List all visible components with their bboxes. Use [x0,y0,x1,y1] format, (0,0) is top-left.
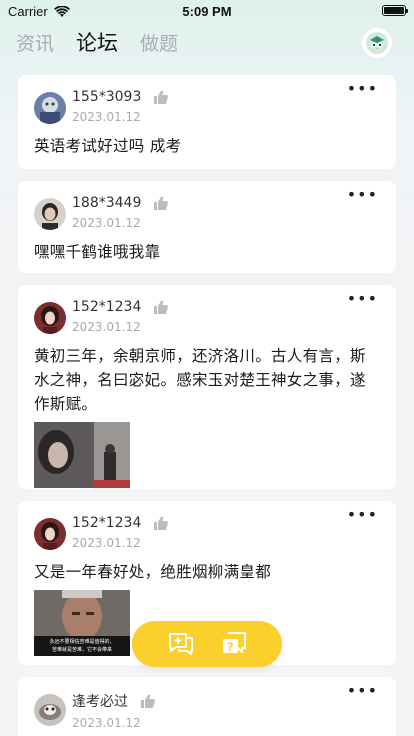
clock: 5:09 PM [182,4,232,19]
thumbs-up-icon[interactable] [153,515,169,531]
post-content: 英语考试好过吗 成考 [34,137,182,155]
post-date: 2023.01.12 [72,216,141,230]
post-date: 2023.01.12 [72,536,141,550]
tab-news[interactable]: 资讯 [16,29,54,56]
post-content: 又是一年春好处，绝胜烟柳满皇都 [34,563,272,581]
thumbs-up-icon[interactable] [153,195,169,211]
image-caption-line: 永远不要相信苦难是值得的， [49,639,115,645]
battery-icon [382,5,408,16]
more-options-icon[interactable]: ••• [347,291,378,307]
post-card[interactable]: ••• 188*3449 2023.01.12 嘿嘿千鹤谁哦我靠 [18,181,396,273]
post-card[interactable]: ••• 逢考必过 2023.01.12 [18,677,396,736]
tab-forum[interactable]: 论坛 [76,27,118,57]
top-nav: 资讯 论坛 做题 [0,22,414,62]
avatar[interactable] [34,302,66,334]
add-post-button[interactable] [167,630,195,658]
post-card[interactable]: ••• 152*1234 2023.01.12 [18,285,396,489]
post-image[interactable] [34,422,130,488]
more-options-icon[interactable]: ••• [347,81,378,97]
post-image[interactable]: 永远不要相信苦难是值得的， 苦难就是苦难，它不会带来 [34,590,130,656]
floating-action-bar: ? [132,621,282,667]
avatar[interactable] [34,198,66,230]
post-card[interactable]: ••• 155*3093 2023.01.12 英语考试好过吗 成考 [18,75,396,169]
add-post-icon [168,633,193,655]
thumbs-up-icon[interactable] [140,693,156,709]
username[interactable]: 逢考必过 [72,691,128,711]
post-date: 2023.01.12 [72,716,141,730]
post-content: 黄初三年，余朝京师，还济洛川。古人有言，斯水之神，名曰宓妃。感宋玉对楚王神女之事… [34,347,366,413]
more-options-icon[interactable]: ••• [347,683,378,699]
avatar[interactable] [34,92,66,124]
image-caption: 永远不要相信苦难是值得的， 苦难就是苦难，它不会带来 [34,638,130,654]
username[interactable]: 155*3093 [72,89,141,105]
username[interactable]: 152*1234 [72,299,141,315]
post-content: 嘿嘿千鹤谁哦我靠 [34,243,161,261]
question-icon: ? [222,632,246,654]
avatar[interactable] [34,518,66,550]
status-bar: Carrier 5:09 PM [0,0,414,22]
more-options-icon[interactable]: ••• [347,507,378,523]
ask-question-button[interactable]: ? [220,630,248,658]
post-date: 2023.01.12 [72,320,141,334]
svg-text:?: ? [227,641,233,654]
avatar[interactable] [34,694,66,726]
owl-icon [366,32,388,54]
tab-practice[interactable]: 做题 [140,29,178,56]
thumbs-up-icon[interactable] [153,89,169,105]
image-caption-line: 苦难就是苦难，它不会带来 [51,647,112,653]
more-options-icon[interactable]: ••• [347,187,378,203]
username[interactable]: 188*3449 [72,195,141,211]
profile-button[interactable] [362,28,392,58]
thumbs-up-icon[interactable] [153,299,169,315]
post-date: 2023.01.12 [72,110,141,124]
username[interactable]: 152*1234 [72,515,141,531]
